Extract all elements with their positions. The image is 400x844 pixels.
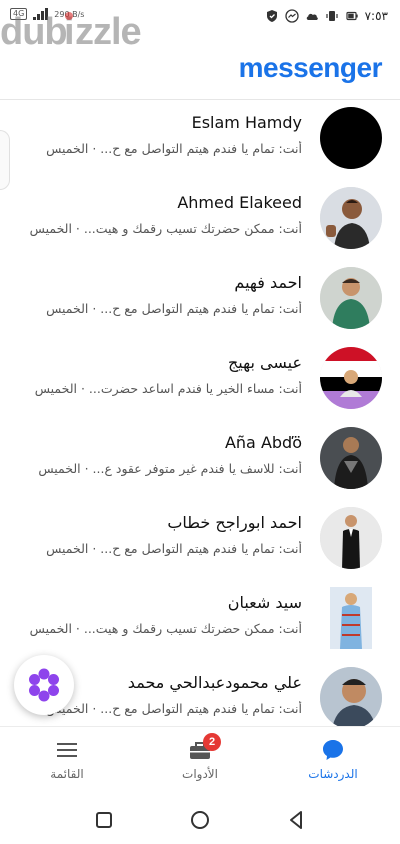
- battery-icon: [346, 11, 358, 21]
- flower-icon: [29, 668, 59, 702]
- hamburger-menu-icon: [57, 743, 77, 757]
- chat-name: احمد ابوراجح خطاب: [167, 513, 302, 532]
- chat-row[interactable]: سيد شعبان أنت: ممكن حضرتك تسيب رقمك و هي…: [0, 581, 400, 661]
- nav-tools[interactable]: 2 الأدوات: [145, 733, 255, 781]
- phone-vibrate-icon: [326, 11, 338, 21]
- back-icon[interactable]: [284, 808, 308, 832]
- chat-name: Ahmed Elakeed: [177, 193, 302, 212]
- chat-row[interactable]: Ahmed Elakeed أنت: ممكن حضرتك تسيب رقمك …: [0, 181, 400, 261]
- tools-badge: 2: [203, 733, 221, 751]
- avatar: [320, 507, 382, 569]
- app-header: messenger: [0, 40, 400, 100]
- nav-chats-label: الدردشات: [308, 767, 358, 781]
- chat-name: سيد شعبان: [227, 593, 302, 612]
- status-right: ٧:٥٣: [265, 9, 388, 23]
- bottom-navigation: الدردشات 2 الأدوات القائمة: [0, 726, 400, 796]
- nav-tools-label: الأدوات: [182, 767, 218, 781]
- status-time: ٧:٥٣: [364, 9, 388, 23]
- chat-row[interactable]: Eslam Hamdy أنت: تمام يا فندم هيتم التوا…: [0, 101, 400, 181]
- toolbox-icon: 2: [187, 733, 221, 763]
- messenger-notification-icon: [284, 9, 299, 23]
- chat-row[interactable]: Aña Abďö أنت: للاسف يا فندم غير متوفر عق…: [0, 421, 400, 501]
- chat-preview: أنت: ممكن حضرتك تسيب رقمك و هيت... · الخ…: [29, 621, 302, 636]
- chat-list[interactable]: Eslam Hamdy أنت: تمام يا فندم هيتم التوا…: [0, 101, 400, 726]
- chat-row[interactable]: احمد فهيم أنت: تمام يا فندم هيتم التواصل…: [0, 261, 400, 341]
- nav-menu-label: القائمة: [50, 767, 84, 781]
- avatar: [320, 187, 382, 249]
- chat-preview: أنت: تمام يا فندم هيتم التواصل مع ح... ·…: [46, 541, 302, 556]
- chat-name: عيسى بهيج: [227, 353, 302, 372]
- cloud-icon: [306, 13, 318, 20]
- chat-row[interactable]: عيسى بهيج أنت: مساء الخير يا فندم اساعد …: [0, 341, 400, 421]
- avatar: [320, 667, 382, 726]
- signal-icon: [33, 8, 49, 20]
- nav-menu[interactable]: القائمة: [12, 737, 122, 781]
- chat-preview: أنت: للاسف يا فندم غير متوفر عقود ع... ·…: [38, 461, 302, 476]
- chat-name: Aña Abďö: [224, 433, 302, 452]
- chat-preview: أنت: تمام يا فندم هيتم التواصل مع ح... ·…: [46, 301, 302, 316]
- recent-apps-icon[interactable]: [92, 808, 116, 832]
- home-icon[interactable]: [188, 808, 212, 832]
- chat-preview: أنت: مساء الخير يا فندم اساعد حضرت... · …: [34, 381, 302, 396]
- chat-name: احمد فهيم: [234, 273, 302, 292]
- network-speed: 290 B/s: [54, 9, 85, 19]
- messenger-logo: messenger: [238, 52, 383, 83]
- system-navigation-bar: [0, 796, 400, 844]
- status-bar: 4G 290 B/s ٧:٥٣ dub i zzle: [0, 0, 400, 53]
- chat-name: علي محمودعبدالحي محمد: [127, 673, 302, 692]
- chat-row[interactable]: احمد ابوراجح خطاب أنت: تمام يا فندم هيتم…: [0, 501, 400, 581]
- avatar: [320, 267, 382, 329]
- avatar: [320, 347, 382, 409]
- side-panel-handle[interactable]: [0, 130, 10, 190]
- chat-bubble-icon: [323, 740, 343, 760]
- shield-icon: [266, 10, 277, 22]
- chat-preview: أنت: ممكن حضرتك تسيب رقمك و هيت... · الخ…: [29, 221, 302, 236]
- chat-preview: أنت: تمام يا فندم هيتم التواصل مع ح... ·…: [46, 141, 302, 156]
- avatar: [320, 107, 382, 169]
- network-type-badge: 4G: [10, 8, 28, 20]
- nav-chats[interactable]: الدردشات: [278, 737, 388, 781]
- avatar: [320, 587, 382, 649]
- chat-name: Eslam Hamdy: [191, 113, 302, 132]
- floating-action-button[interactable]: [14, 655, 74, 715]
- avatar: [320, 427, 382, 489]
- status-left: 4G 290 B/s: [10, 8, 84, 20]
